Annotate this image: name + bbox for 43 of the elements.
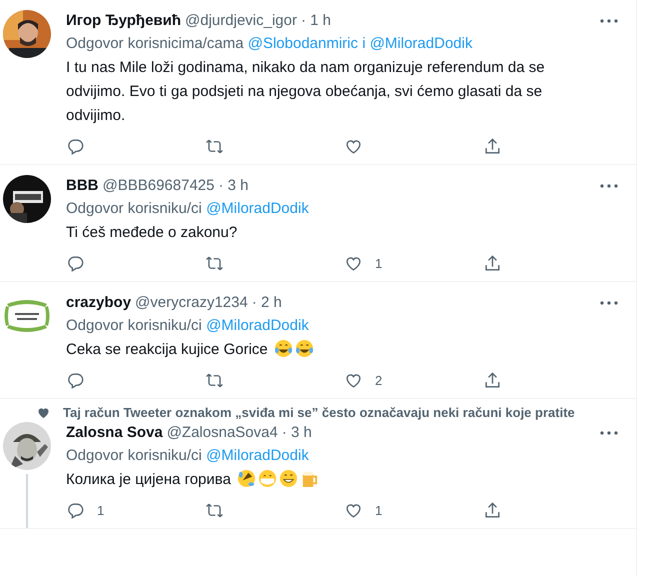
display-name[interactable]: Игор Ђурђевић <box>66 12 182 29</box>
more-options-icon[interactable] <box>600 300 618 304</box>
display-name[interactable]: crazyboy <box>66 294 132 311</box>
reply-context: Odgovor korisniku/ci @MiloradDodik <box>66 447 310 464</box>
emoji-icon <box>258 469 278 488</box>
display-name[interactable]: BBB <box>66 177 98 194</box>
reply-icon[interactable] <box>66 500 85 520</box>
user-handle[interactable]: @verycrazy1234 <box>135 294 248 311</box>
reply-icon[interactable] <box>66 370 85 390</box>
more-options-icon[interactable] <box>600 430 618 434</box>
user-handle[interactable]: @djurdjevic_igor <box>185 12 297 29</box>
emoji-icon <box>237 469 256 488</box>
more-options-icon[interactable] <box>600 184 618 188</box>
user-handle[interactable]: @BBB69687425 <box>102 177 214 194</box>
social-context-text: Taj račun Tweeter oznakom „sviđa mi se” često označavaju neki računi koje pratite <box>63 405 575 420</box>
like-count: 1 <box>375 502 382 518</box>
timestamp[interactable]: · 3 h <box>282 424 312 441</box>
reply-context: Odgovor korisniku/ci @MiloradDodik <box>66 317 310 334</box>
share-icon[interactable] <box>483 370 502 390</box>
reply-context: Odgovor korisnicima/cama @Slobodanmiric i @MiloradDodik <box>66 35 474 52</box>
emoji-icon <box>294 339 314 358</box>
emoji-icon <box>279 469 298 488</box>
like-count: 1 <box>375 256 382 270</box>
tweet-text: Колика је цијена горива <box>66 471 231 488</box>
timestamp[interactable]: · 1 h <box>300 12 331 29</box>
tweet-text: Ceka se reakcija kujice Gorice <box>66 341 268 358</box>
timestamp[interactable]: · 3 h <box>218 177 248 194</box>
tweet-text: Ti ćeš međede o zakonu? <box>66 224 238 241</box>
share-icon[interactable] <box>483 254 502 272</box>
reply-context: Odgovor korisniku/ci @MiloradDodik <box>66 200 310 217</box>
emoji-icon <box>300 469 320 488</box>
reply-count: 1 <box>97 502 104 518</box>
share-icon[interactable] <box>483 136 502 156</box>
reply-icon[interactable] <box>66 136 85 156</box>
timestamp[interactable]: · 2 h <box>252 294 282 311</box>
display-name[interactable]: Zalosna Sova <box>66 424 163 441</box>
user-handle[interactable]: @ZalosnaSova4 <box>166 424 278 441</box>
more-options-icon[interactable] <box>600 18 618 22</box>
reply-icon[interactable] <box>66 254 85 272</box>
share-icon[interactable] <box>483 500 502 520</box>
like-count: 2 <box>375 372 382 388</box>
emoji-icon <box>274 339 293 358</box>
tweet-text: I tu nas Mile loži godinama, nikako da nam organizuje referendum da se odvijimo. Evo ti ga podsjeti na njegova obećanja, svi ćemo glasati da se odvijimo. <box>66 59 545 124</box>
